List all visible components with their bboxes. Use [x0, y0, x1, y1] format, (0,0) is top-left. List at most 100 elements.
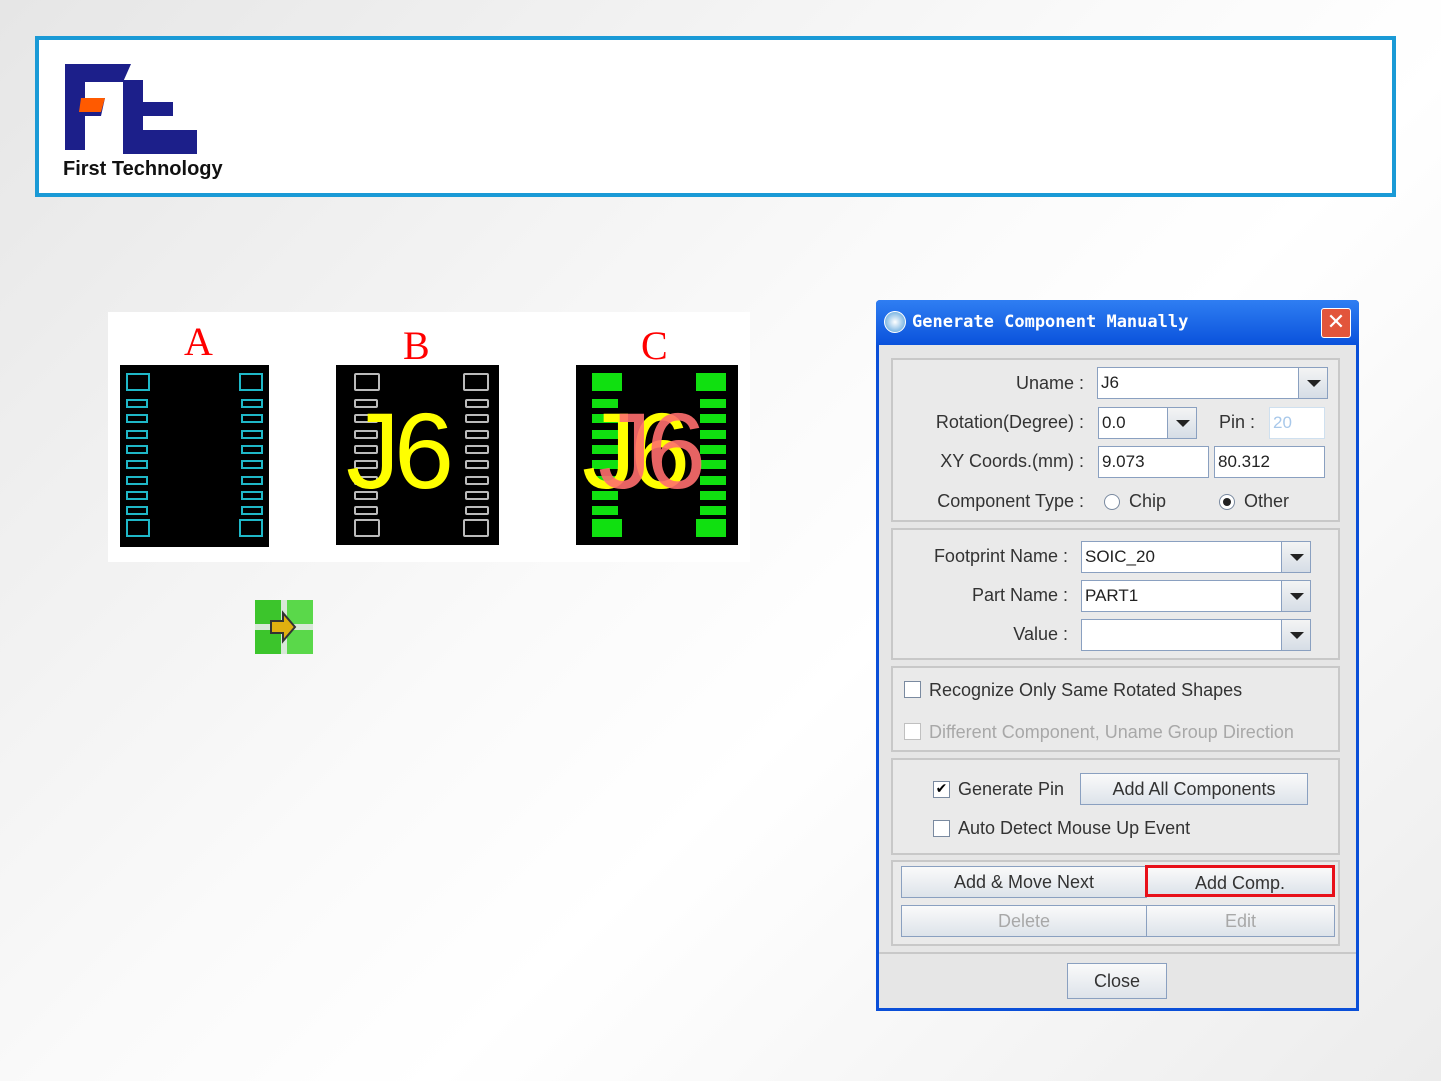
uname-input[interactable]: J6 — [1097, 367, 1299, 399]
footprint-name-input[interactable]: SOIC_20 — [1081, 541, 1282, 573]
pad — [241, 444, 263, 454]
pad — [700, 399, 726, 408]
pad — [700, 429, 726, 439]
delete-button: Delete — [901, 905, 1147, 937]
footprint-name-label: Footprint Name : — [933, 546, 1068, 566]
generate-component-dialog: Generate Component Manually ✕ Uname : J6… — [876, 300, 1359, 1011]
pad — [241, 475, 263, 485]
action-buttons-panel: Add & Move Next Add Comp. Delete Edit — [891, 860, 1340, 946]
pad — [126, 490, 148, 500]
pad — [465, 399, 489, 408]
pad — [241, 414, 263, 424]
pad — [241, 506, 263, 516]
pad — [700, 414, 726, 424]
dialog-title: Generate Component Manually — [912, 312, 1189, 332]
pad — [465, 506, 489, 516]
pin-label: Pin : — [1219, 412, 1256, 432]
label-a: A — [184, 319, 213, 364]
footprint-dropdown-button[interactable] — [1281, 541, 1311, 573]
part-name-label: Part Name : — [971, 585, 1068, 605]
x-coord-input[interactable]: 9.073 — [1098, 446, 1209, 478]
pcb-comparison-figure: A B C J6 J6 J6 — [108, 312, 750, 562]
pad — [592, 373, 622, 391]
title-bar[interactable]: Generate Component Manually ✕ — [876, 300, 1359, 345]
silk-text: J6 — [346, 390, 454, 511]
different-component-label: Different Component, Uname Group Directi… — [929, 722, 1294, 742]
pad — [126, 429, 148, 439]
pin-input: 20 — [1269, 407, 1325, 439]
recognize-same-rotated-checkbox[interactable] — [904, 681, 921, 698]
pad — [126, 475, 148, 485]
rotation-label: Rotation(Degree) : — [935, 412, 1084, 432]
close-button[interactable]: Close — [1067, 963, 1167, 999]
pad — [463, 519, 489, 537]
pad — [241, 490, 263, 500]
recognize-panel: Recognize Only Same Rotated Shapes Diffe… — [891, 666, 1340, 752]
add-move-next-button[interactable]: Add & Move Next — [901, 866, 1147, 898]
pad — [241, 399, 263, 408]
label-b: B — [403, 323, 430, 368]
chip-radio[interactable] — [1104, 494, 1120, 510]
uname-dropdown-button[interactable] — [1298, 367, 1328, 399]
company-name: First Technology — [63, 158, 223, 180]
generate-component-tool-icon[interactable] — [255, 600, 313, 654]
footprint-panel: Footprint Name : SOIC_20 Part Name : PAR… — [891, 528, 1340, 660]
different-component-checkbox — [904, 723, 921, 740]
pad — [465, 429, 489, 439]
dialog-body: Uname : J6 Rotation(Degree) : 0.0 Pin : … — [879, 345, 1356, 1008]
auto-detect-checkbox[interactable] — [933, 820, 950, 837]
pad — [465, 475, 489, 485]
part-name-input[interactable]: PART1 — [1081, 580, 1282, 612]
other-radio[interactable] — [1219, 494, 1235, 510]
rotation-dropdown-button[interactable] — [1167, 407, 1197, 439]
generate-pin-label[interactable]: Generate Pin — [958, 779, 1064, 800]
add-all-components-button[interactable]: Add All Components — [1080, 773, 1308, 805]
pad — [126, 373, 150, 391]
value-label: Value : — [1013, 624, 1068, 644]
pad — [126, 460, 148, 470]
pad — [700, 444, 726, 454]
generate-pin-checkbox[interactable]: ✔ — [933, 781, 950, 798]
pad — [463, 373, 489, 391]
edit-button: Edit — [1146, 905, 1335, 937]
pad — [696, 373, 726, 391]
value-dropdown-button[interactable] — [1281, 619, 1311, 651]
pad — [241, 460, 263, 470]
add-comp-button[interactable]: Add Comp. — [1145, 865, 1335, 897]
label-c: C — [641, 323, 668, 368]
other-radio-label[interactable]: Other — [1244, 491, 1289, 512]
pad — [465, 490, 489, 500]
value-input[interactable] — [1081, 619, 1282, 651]
pad — [696, 519, 726, 537]
y-coord-input[interactable]: 80.312 — [1214, 446, 1325, 478]
pad — [592, 519, 622, 537]
pad — [465, 460, 489, 470]
component-type-label: Component Type : — [937, 491, 1084, 511]
recognize-same-rotated-label[interactable]: Recognize Only Same Rotated Shapes — [929, 680, 1242, 701]
pad — [239, 373, 263, 391]
part-name-dropdown-button[interactable] — [1281, 580, 1311, 612]
silk-text-overlay: J6 — [598, 390, 706, 511]
pad — [465, 414, 489, 424]
pad — [126, 444, 148, 454]
rotation-input[interactable]: 0.0 — [1098, 407, 1168, 439]
xy-coords-label: XY Coords.(mm) : — [940, 451, 1084, 471]
app-icon — [884, 311, 906, 333]
pad — [354, 373, 380, 391]
chip-radio-label[interactable]: Chip — [1129, 491, 1166, 512]
pad — [354, 519, 380, 537]
pad — [126, 519, 150, 537]
generate-pin-panel: ✔ Generate Pin Add All Components Auto D… — [891, 758, 1340, 855]
auto-detect-label[interactable]: Auto Detect Mouse Up Event — [958, 818, 1190, 839]
uname-label: Uname : — [1015, 373, 1084, 393]
pad — [241, 429, 263, 439]
pad — [700, 490, 726, 500]
pad — [700, 460, 726, 470]
footprint-a-board — [120, 365, 269, 547]
close-icon[interactable]: ✕ — [1321, 308, 1351, 338]
component-panel: Uname : J6 Rotation(Degree) : 0.0 Pin : … — [891, 358, 1340, 522]
pad — [465, 444, 489, 454]
divider — [879, 952, 1356, 954]
footprint-b-board: J6 — [336, 365, 499, 545]
pad — [126, 506, 148, 516]
